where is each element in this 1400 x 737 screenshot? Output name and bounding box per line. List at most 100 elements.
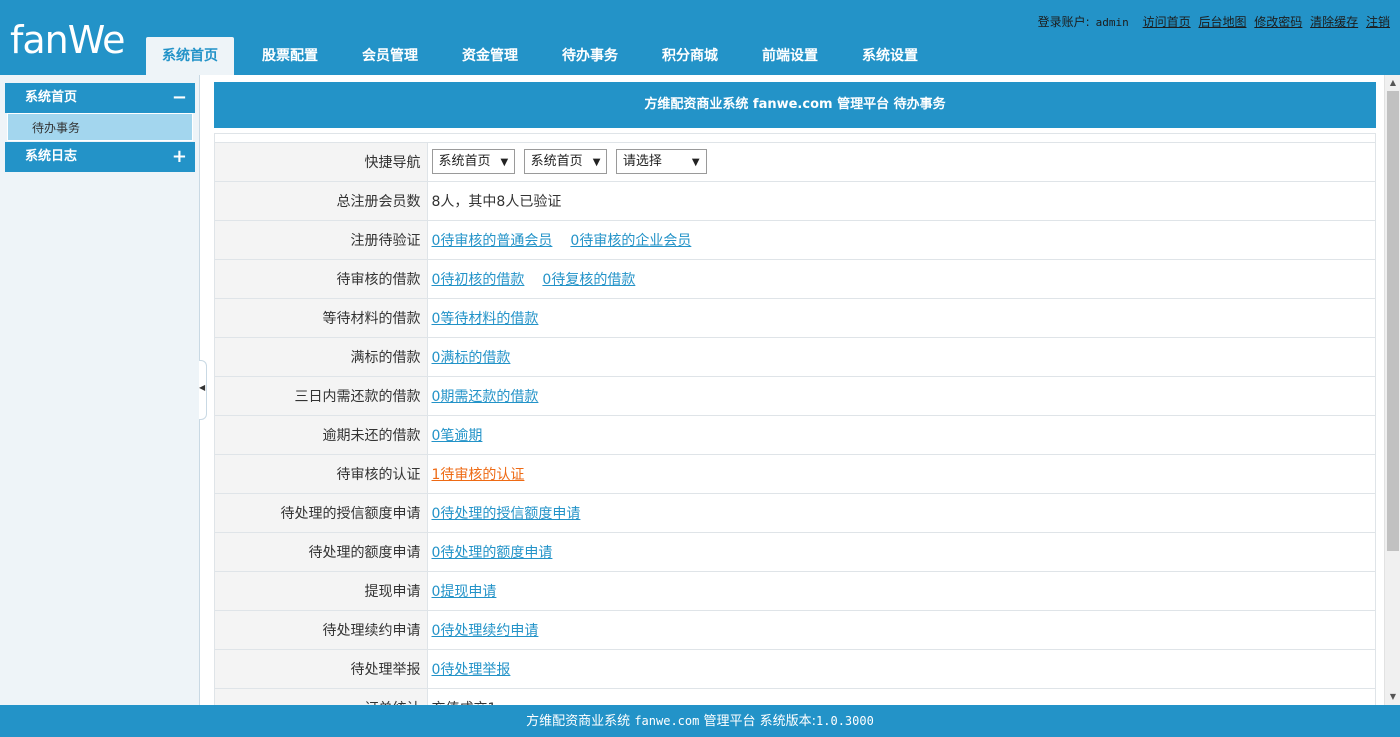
quick-nav-select-1[interactable]: 系统首页 ▼ (431, 149, 516, 174)
sidebar-group-system-home[interactable]: 系统首页 − (5, 83, 195, 113)
page-title: 方维配资商业系统 fanwe.com 管理平台 待办事务 (214, 82, 1376, 128)
link-admin-map[interactable]: 后台地图 (1198, 15, 1246, 29)
main-nav: 系统首页 股票配置 会员管理 资金管理 待办事务 积分商城 前端设置 系统设置 (146, 37, 946, 75)
row-label: 待审核的认证 (215, 454, 428, 494)
link-clear-cache[interactable]: 清除缓存 (1310, 15, 1358, 29)
select-value: 系统首页 (530, 154, 583, 169)
account-label: 登录账户: (1037, 15, 1090, 29)
collapse-arrow-icon: ◀ (199, 383, 206, 392)
row-value: 0待处理的额度申请 (427, 532, 1375, 572)
table-row: 提现申请 0提现申请 (215, 571, 1375, 611)
select-value: 请选择 (622, 154, 662, 169)
link-change-password[interactable]: 修改密码 (1254, 15, 1302, 29)
row-value: 充值成交1 (427, 688, 1375, 705)
link-pending-normal-members[interactable]: 0待审核的普通会员 (432, 233, 553, 249)
link-visit-home[interactable]: 访问首页 (1143, 15, 1191, 29)
scrollbar-thumb[interactable] (1387, 91, 1399, 551)
sidebar-collapse-handle[interactable]: ◀ (199, 360, 207, 420)
logo-text: fanWe (10, 18, 125, 62)
link-pending-enterprise-members[interactable]: 0待审核的企业会员 (570, 233, 691, 249)
tab-stock-config[interactable]: 股票配置 (246, 37, 334, 75)
link-pending-reports[interactable]: 0待处理举报 (432, 662, 511, 678)
table-row: 等待材料的借款 0等待材料的借款 (215, 298, 1375, 338)
row-value: 0笔逾期 (427, 415, 1375, 455)
link-withdraw-requests[interactable]: 0提现申请 (432, 584, 497, 600)
sidebar-group-label: 系统日志 (25, 149, 78, 164)
row-label: 待处理的授信额度申请 (215, 493, 428, 533)
tab-system-settings[interactable]: 系统设置 (846, 37, 934, 75)
table-row: 待处理的额度申请 0待处理的额度申请 (215, 532, 1375, 572)
table-row: 三日内需还款的借款 0期需还款的借款 (215, 376, 1375, 416)
table-row: 待处理的授信额度申请 0待处理的授信额度申请 (215, 493, 1375, 533)
sidebar: 系统首页 − 系统日志 + (0, 75, 200, 705)
row-value: 0待初核的借款 0待复核的借款 (427, 259, 1375, 299)
row-label: 待处理的额度申请 (215, 532, 428, 572)
footer-mid: 管理平台 系统版本: (703, 714, 817, 729)
quick-nav-select-3[interactable]: 请选择 ▼ (615, 149, 707, 174)
vertical-scrollbar[interactable]: ▲ ▼ (1384, 75, 1400, 705)
footer-version: 1.0.3000 (816, 714, 874, 728)
link-credit-limit-requests[interactable]: 0待处理的授信额度申请 (432, 506, 581, 522)
row-label-quick-nav: 快捷导航 (215, 142, 428, 182)
link-renewal-requests[interactable]: 0待处理续约申请 (432, 623, 539, 639)
table-row: 总注册会员数 8人，其中8人已验证 (215, 181, 1375, 221)
table-row: 订单统计 充值成交1 (215, 688, 1375, 705)
select-value: 系统首页 (438, 154, 491, 169)
link-pending-certification[interactable]: 1待审核的认证 (432, 467, 525, 483)
row-value: 0待审核的普通会员 0待审核的企业会员 (427, 220, 1375, 260)
link-due-repayment[interactable]: 0期需还款的借款 (432, 389, 539, 405)
link-limit-requests[interactable]: 0待处理的额度申请 (432, 545, 553, 561)
tab-fund-management[interactable]: 资金管理 (446, 37, 534, 75)
tab-frontend-settings[interactable]: 前端设置 (746, 37, 834, 75)
table-row: 注册待验证 0待审核的普通会员 0待审核的企业会员 (215, 220, 1375, 260)
row-label: 逾期未还的借款 (215, 415, 428, 455)
row-value: 0期需还款的借款 (427, 376, 1375, 416)
logo[interactable]: fanWe (10, 16, 125, 64)
link-waiting-materials[interactable]: 0等待材料的借款 (432, 311, 539, 327)
plus-icon[interactable]: + (172, 142, 187, 172)
row-value: 0提现申请 (427, 571, 1375, 611)
scroll-down-icon[interactable]: ▼ (1385, 689, 1400, 705)
sidebar-item-pending-tasks[interactable]: 待办事务 (7, 113, 193, 141)
table-row: 待审核的认证 1待审核的认证 (215, 454, 1375, 494)
row-label: 总注册会员数 (215, 181, 428, 221)
footer-domain: fanwe.com (634, 714, 700, 728)
table-row: 待处理续约申请 0待处理续约申请 (215, 610, 1375, 650)
link-pending-initial-review[interactable]: 0待初核的借款 (432, 272, 525, 288)
row-label: 三日内需还款的借款 (215, 376, 428, 416)
row-label: 满标的借款 (215, 337, 428, 377)
table-row: 逾期未还的借款 0笔逾期 (215, 415, 1375, 455)
footer-prefix: 方维配资商业系统 (526, 714, 631, 729)
link-overdue[interactable]: 0笔逾期 (432, 428, 483, 444)
top-header: fanWe 登录账户: admin 访问首页 后台地图 修改密码 清除缓存 注销 … (0, 0, 1400, 75)
row-label: 待处理续约申请 (215, 610, 428, 650)
link-logout[interactable]: 注销 (1366, 15, 1390, 29)
row-value: 1待审核的认证 (427, 454, 1375, 494)
dropdown-arrow-icon: ▼ (691, 157, 700, 168)
tab-points-mall[interactable]: 积分商城 (646, 37, 734, 75)
sidebar-group-system-log[interactable]: 系统日志 + (5, 142, 195, 172)
quick-nav-select-2[interactable]: 系统首页 ▼ (523, 149, 608, 174)
table-spacer (215, 134, 1375, 143)
main-content: 方维配资商业系统 fanwe.com 管理平台 待办事务 快捷导航 系统首页 ▼ … (207, 75, 1384, 705)
link-full-loans[interactable]: 0满标的借款 (432, 350, 511, 366)
quick-nav-selects: 系统首页 ▼ 系统首页 ▼ 请选择 ▼ (427, 142, 1375, 182)
tab-member-management[interactable]: 会员管理 (346, 37, 434, 75)
scroll-up-icon[interactable]: ▲ (1385, 75, 1400, 91)
dropdown-arrow-icon: ▼ (592, 157, 601, 168)
row-label: 订单统计 (215, 688, 428, 705)
top-links: 登录账户: admin 访问首页 后台地图 修改密码 清除缓存 注销 (1038, 13, 1390, 30)
tab-pending-tasks[interactable]: 待办事务 (546, 37, 634, 75)
table-row: 待处理举报 0待处理举报 (215, 649, 1375, 689)
table-row: 待审核的借款 0待初核的借款 0待复核的借款 (215, 259, 1375, 299)
dropdown-arrow-icon: ▼ (500, 157, 509, 168)
row-label: 注册待验证 (215, 220, 428, 260)
row-label: 提现申请 (215, 571, 428, 611)
link-pending-final-review[interactable]: 0待复核的借款 (542, 272, 635, 288)
row-value: 8人，其中8人已验证 (427, 181, 1375, 221)
row-value: 0待处理举报 (427, 649, 1375, 689)
minus-icon[interactable]: − (172, 83, 187, 113)
table-row: 满标的借款 0满标的借款 (215, 337, 1375, 377)
tab-system-home[interactable]: 系统首页 (146, 37, 234, 75)
footer: 方维配资商业系统 fanwe.com 管理平台 系统版本:1.0.3000 (0, 705, 1400, 737)
